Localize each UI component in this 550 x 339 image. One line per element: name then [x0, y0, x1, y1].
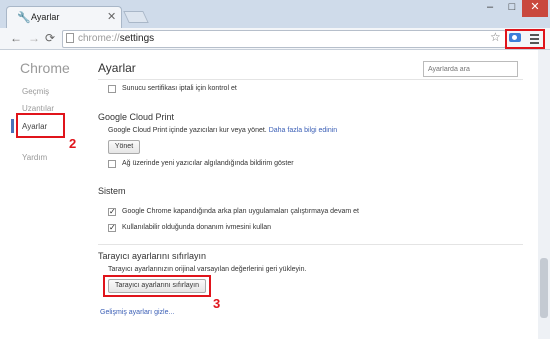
reset-description: Tarayıcı ayarlarınızın orijinal varsayıl…: [108, 266, 307, 273]
server-cert-label: Sunucu sertifikası iptali için kontrol e…: [122, 85, 237, 92]
tab-settings[interactable]: 🔧 Ayarlar ✕: [6, 6, 122, 28]
cloud-print-description: Google Cloud Print içinde yazıcıları kur…: [108, 127, 337, 134]
sidebar-active-indicator: [11, 119, 14, 133]
sidebar-item-history[interactable]: Geçmiş: [22, 87, 49, 96]
section-divider: [98, 244, 523, 245]
url-text: chrome://settings: [78, 33, 155, 44]
bookmark-star-icon[interactable]: ☆: [490, 30, 501, 44]
wrench-icon: 🔧: [17, 12, 31, 24]
reload-icon[interactable]: ⟳: [45, 31, 55, 45]
background-apps-label: Google Chrome kapandığında arka plan uyg…: [122, 208, 359, 215]
manage-printers-button[interactable]: Yönet: [108, 140, 140, 154]
new-printers-notify-label: Ağ üzerinde yeni yazıcılar algılandığınd…: [122, 160, 294, 167]
cloud-print-description-text: Google Cloud Print içinde yazıcıları kur…: [108, 127, 267, 134]
back-arrow-icon[interactable]: ←: [10, 31, 22, 45]
menu-icon[interactable]: [530, 34, 539, 46]
tab-close-icon[interactable]: ✕: [107, 10, 116, 23]
page-title: Ayarlar: [98, 61, 136, 75]
minimize-button[interactable]: –: [478, 0, 502, 17]
settings-search-input[interactable]: [423, 61, 518, 77]
reset-title: Tarayıcı ayarlarını sıfırlayın: [98, 251, 207, 261]
page-icon: [66, 33, 74, 43]
header-divider: [98, 79, 523, 80]
sidebar-title: Chrome: [20, 60, 70, 76]
annotation-number-3: 3: [213, 296, 221, 311]
sidebar-item-extensions[interactable]: Uzantılar: [22, 104, 54, 113]
reset-settings-button[interactable]: Tarayıcı ayarlarını sıfırlayın: [108, 279, 206, 293]
settings-page: [0, 50, 550, 339]
maximize-button[interactable]: □: [502, 0, 522, 17]
annotation-number-2: 2: [69, 136, 77, 151]
hardware-acceleration-checkbox[interactable]: ✓: [108, 224, 116, 232]
annotation-box-2: [16, 113, 65, 138]
learn-more-link[interactable]: Daha fazla bilgi edinin: [269, 127, 338, 134]
close-window-button[interactable]: ✕: [522, 0, 548, 17]
hide-advanced-settings-link[interactable]: Gelişmiş ayarları gizle...: [100, 309, 174, 316]
scrollbar-thumb[interactable]: [540, 258, 548, 318]
camera-extension-icon[interactable]: [509, 33, 521, 42]
tab-title: Ayarlar: [31, 12, 60, 22]
new-printers-notify-checkbox[interactable]: [108, 160, 116, 168]
server-cert-checkbox[interactable]: [108, 85, 116, 93]
sidebar-item-help[interactable]: Yardım: [22, 153, 47, 162]
forward-arrow-icon[interactable]: →: [28, 31, 40, 45]
hardware-acceleration-label: Kullanılabilir olduğunda donanım ivmesin…: [122, 224, 272, 231]
cloud-print-title: Google Cloud Print: [98, 112, 175, 122]
background-apps-checkbox[interactable]: ✓: [108, 208, 116, 216]
system-title: Sistem: [98, 186, 126, 196]
